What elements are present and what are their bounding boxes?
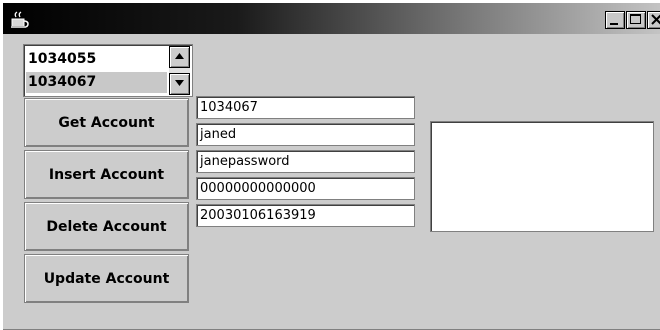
number-field[interactable]: 00000000000000: [196, 177, 415, 200]
username-field[interactable]: janed: [196, 123, 415, 146]
get-account-button[interactable]: Get Account: [24, 98, 189, 147]
list-item-selected[interactable]: 1034067: [26, 72, 167, 93]
output-text-area[interactable]: [430, 121, 654, 232]
scroll-down-button[interactable]: [169, 73, 190, 95]
list-item[interactable]: 1034055: [26, 49, 167, 70]
scroll-up-button[interactable]: [169, 46, 190, 68]
title-bar[interactable]: [3, 3, 660, 34]
update-account-button[interactable]: Update Account: [24, 254, 189, 303]
timestamp-field[interactable]: 20030106163919: [196, 204, 415, 227]
account-list[interactable]: 1034055 1034067: [23, 44, 193, 97]
maximize-button[interactable]: [626, 11, 646, 29]
minimize-icon: [610, 23, 618, 25]
arrow-down-icon: [175, 80, 184, 86]
delete-account-button[interactable]: Delete Account: [24, 202, 189, 251]
list-scrollbar[interactable]: [169, 46, 190, 95]
java-cup-icon: [10, 9, 30, 29]
window-controls: [605, 11, 660, 29]
minimize-button[interactable]: [605, 11, 625, 29]
account-id-field[interactable]: 1034067: [196, 96, 415, 119]
app-window: 1034055 1034067 Get Account Insert Accou…: [2, 2, 660, 330]
maximize-icon: [630, 14, 641, 24]
close-button[interactable]: [647, 11, 660, 29]
arrow-up-icon: [175, 53, 184, 59]
close-icon: [651, 14, 660, 25]
password-field[interactable]: janepassword: [196, 150, 415, 173]
insert-account-button[interactable]: Insert Account: [24, 150, 189, 199]
